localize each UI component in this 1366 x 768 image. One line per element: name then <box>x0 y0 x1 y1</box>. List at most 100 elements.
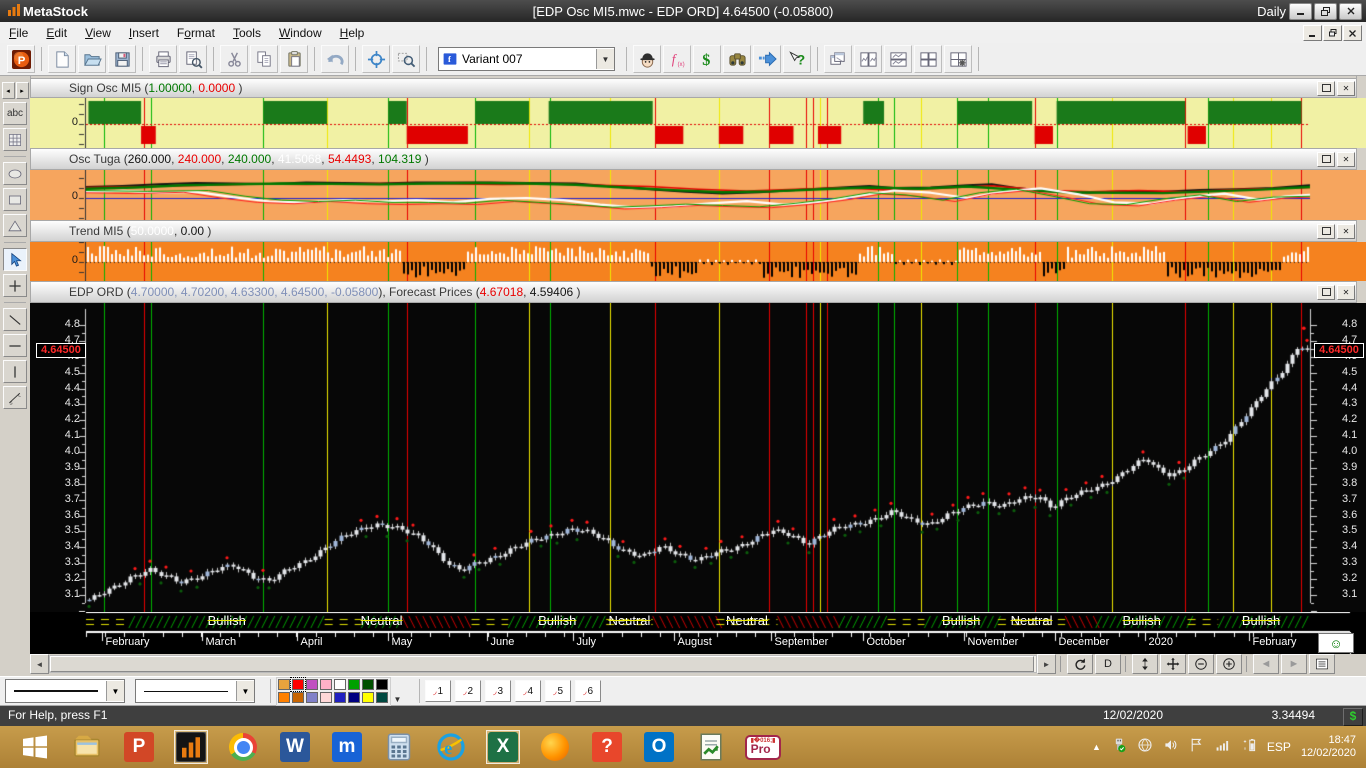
panel-restore-button[interactable] <box>1317 151 1335 167</box>
pan-button[interactable] <box>1160 654 1186 674</box>
panel-header-tuga[interactable]: Osc Tuga (260.000, 240.000, 240.000, 41.… <box>30 148 1366 170</box>
chart-style-options-button[interactable] <box>944 45 972 73</box>
semilog-trendline-tool[interactable]: SL <box>3 386 27 409</box>
scroll-left-icon[interactable]: ◂ <box>1 82 15 99</box>
color-swatch[interactable] <box>292 691 304 703</box>
taskbar-app-calculator[interactable] <box>382 730 416 764</box>
new-document-button[interactable] <box>48 45 76 73</box>
text-tool[interactable]: abc <box>3 102 27 125</box>
panel-restore-button[interactable] <box>1317 284 1335 300</box>
zoom-in-button[interactable] <box>1216 654 1242 674</box>
panel-restore-button[interactable] <box>1317 80 1335 96</box>
menu-format[interactable]: Format <box>168 24 224 42</box>
color-swatch[interactable] <box>348 691 360 703</box>
taskbar-app-excel[interactable]: X <box>486 730 520 764</box>
crosshair-pointer-button[interactable] <box>362 45 390 73</box>
menu-view[interactable]: View <box>76 24 120 42</box>
color-swatch[interactable] <box>376 691 388 703</box>
chevron-down-icon[interactable]: ▼ <box>596 49 614 69</box>
horizontal-line-tool[interactable] <box>3 334 27 357</box>
action-center-flag-icon[interactable] <box>1189 737 1205 758</box>
scrollbar-track[interactable] <box>49 655 1037 673</box>
taskbar-app-metastock-downloader[interactable] <box>694 730 728 764</box>
triangle-tool[interactable] <box>3 214 27 237</box>
color-swatch[interactable] <box>320 678 332 690</box>
taskbar-app-metastock[interactable] <box>174 730 208 764</box>
tile-vertical-button[interactable] <box>854 45 882 73</box>
panel-close-button[interactable]: ✕ <box>1337 151 1355 167</box>
vertical-scale-button[interactable] <box>1132 654 1158 674</box>
zoom-out-button[interactable] <box>1188 654 1214 674</box>
taskbar-app-powerpoint[interactable]: P <box>122 730 156 764</box>
context-help-button[interactable]: ? <box>783 45 811 73</box>
periodicity-daily-button[interactable]: D <box>1095 654 1121 674</box>
panel-restore-button[interactable] <box>1317 223 1335 239</box>
explore-binoculars-button[interactable] <box>723 45 751 73</box>
taskbar-app-help-viewer[interactable]: ? <box>590 730 624 764</box>
tile-horizontal-button[interactable] <box>884 45 912 73</box>
taskbar-app-internet-explorer[interactable]: e <box>434 730 468 764</box>
expert-advisor-button[interactable] <box>633 45 661 73</box>
print-button[interactable] <box>149 45 177 73</box>
color-swatch[interactable] <box>348 678 360 690</box>
scrollbar-thumb[interactable] <box>50 656 1034 672</box>
mdi-minimize-button[interactable] <box>1303 25 1322 41</box>
taskbar-app-firefox[interactable] <box>538 730 572 764</box>
scroll-right-icon[interactable]: ▸ <box>15 82 29 99</box>
template-button-3[interactable]: ◞ 3 <box>485 680 511 702</box>
pointer-tool[interactable] <box>3 248 27 271</box>
color-swatch[interactable] <box>376 678 388 690</box>
language-indicator[interactable]: ESP <box>1267 740 1291 754</box>
taskbar-app-start[interactable] <box>18 730 52 764</box>
color-swatch[interactable] <box>362 691 374 703</box>
mdi-close-button[interactable] <box>1343 25 1362 41</box>
show-hidden-icons[interactable]: ▲ <box>1092 742 1101 752</box>
template-button-6[interactable]: ◞ 6 <box>575 680 601 702</box>
panel-close-button[interactable]: ✕ <box>1337 80 1355 96</box>
taskbar-app-chrome[interactable] <box>226 730 260 764</box>
vertical-line-tool[interactable] <box>3 360 27 383</box>
color-swatch[interactable] <box>306 691 318 703</box>
print-preview-button[interactable] <box>179 45 207 73</box>
app-logo-button[interactable]: P <box>7 45 35 73</box>
ellipse-tool[interactable] <box>3 162 27 185</box>
layout-menu-button[interactable] <box>1309 654 1335 674</box>
line-weight-dropdown[interactable]: ▼ <box>135 679 255 703</box>
battery-icon[interactable] <box>1241 737 1257 758</box>
menu-edit[interactable]: Edit <box>37 24 76 42</box>
mdi-restore-button[interactable] <box>1323 25 1342 41</box>
grid-tool[interactable] <box>3 128 27 151</box>
close-button[interactable] <box>1339 2 1362 20</box>
copy-button[interactable] <box>250 45 278 73</box>
restore-button[interactable] <box>1314 2 1337 20</box>
crosshair-tool[interactable] <box>3 274 27 297</box>
menu-help[interactable]: Help <box>331 24 374 42</box>
panel-close-button[interactable]: ✕ <box>1337 284 1355 300</box>
color-swatch[interactable] <box>290 676 306 692</box>
line-style-dropdown[interactable]: ▼ <box>5 679 125 703</box>
refresh-button[interactable] <box>1067 654 1093 674</box>
template-button-5[interactable]: ◞ 5 <box>545 680 571 702</box>
go-arrow-button[interactable] <box>753 45 781 73</box>
previous-page-button[interactable]: ◄ <box>1253 654 1279 674</box>
variant-combo[interactable]: f Variant 007 ▼ <box>438 47 615 71</box>
chart-canvas-price[interactable] <box>30 303 1366 612</box>
taskbar-clock[interactable]: 18:47 12/02/2020 <box>1301 734 1356 760</box>
cascade-windows-button[interactable] <box>824 45 852 73</box>
taskbar-app-outlook[interactable]: O <box>642 730 676 764</box>
open-chart-button[interactable] <box>78 45 106 73</box>
menu-insert[interactable]: Insert <box>120 24 168 42</box>
panel-header-price[interactable]: EDP ORD (4.70000, 4.70200, 4.63300, 4.64… <box>30 281 1366 303</box>
save-button[interactable] <box>108 45 136 73</box>
tile-grid-button[interactable] <box>914 45 942 73</box>
calendar-smiley-marker[interactable]: ☺ <box>1318 633 1354 653</box>
taskbar-app-file-explorer[interactable] <box>70 730 104 764</box>
signal-strength-icon[interactable] <box>1215 737 1231 758</box>
scroll-right-button[interactable]: ► <box>1037 654 1056 674</box>
menu-file[interactable]: File <box>0 24 37 42</box>
palette-dropdown-arrow[interactable]: ▼ <box>391 678 404 704</box>
menu-tools[interactable]: Tools <box>224 24 270 42</box>
panel-header-sign[interactable]: Sign Osc MI5 (1.00000, 0.0000 ) ✕ <box>30 78 1366 98</box>
undo-button[interactable] <box>321 45 349 73</box>
scroll-left-button[interactable]: ◄ <box>30 654 49 674</box>
